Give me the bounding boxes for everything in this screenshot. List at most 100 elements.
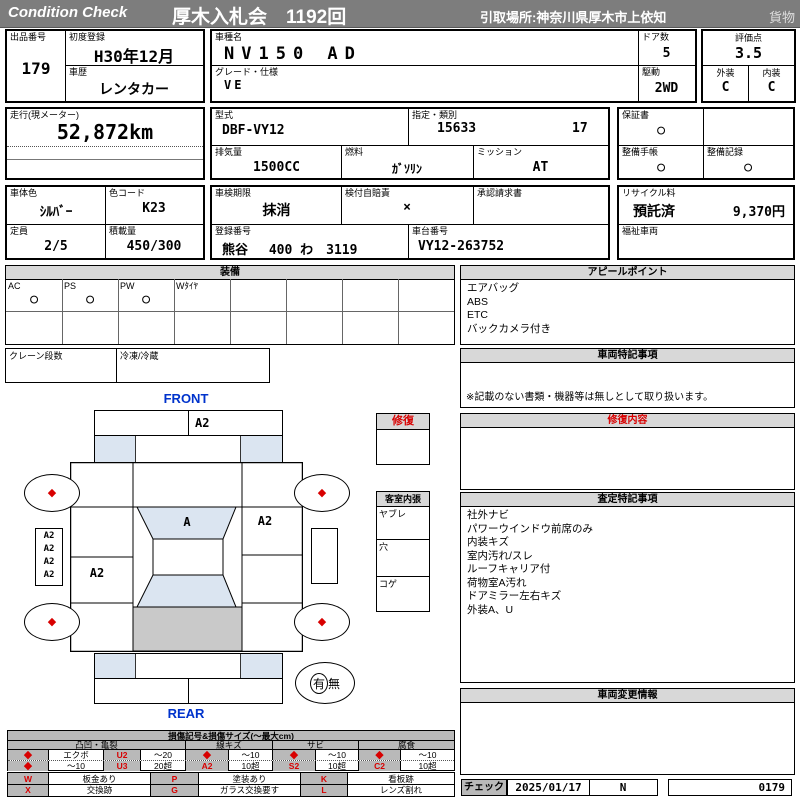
recycle-status: 預託済: [633, 204, 675, 220]
doors-label: ドア数: [642, 32, 670, 42]
class-value-1: 15633: [437, 121, 477, 136]
code-l-desc: レンズ割れ: [379, 785, 423, 795]
front-bumper-panel: A2: [94, 410, 283, 436]
doors-value: 5: [662, 46, 671, 61]
legend-group-rust: サビ: [273, 741, 359, 750]
capacity-label: 定員: [10, 226, 29, 236]
appeal-points-title: アピールポイント: [461, 266, 794, 280]
inspection-expiry-label: 車検期限: [215, 188, 252, 198]
code-x-desc: 交換跡: [49, 785, 151, 796]
legend-code: A2: [186, 761, 229, 771]
vehicle-notes-title: 車両特記事項: [461, 349, 794, 363]
lot-number-label: 出品番号: [10, 32, 47, 42]
legend-symbol: ◆: [8, 761, 49, 771]
rear-window-glass: [136, 574, 237, 608]
approval-request-label: 承認請求書: [477, 188, 523, 198]
crane-fridge-box: クレーン段数 冷凍/冷蔵: [5, 348, 270, 383]
equip-ac-label: AC: [8, 281, 21, 291]
model-label: 車種名: [215, 32, 243, 42]
assessment-item: 内装キズ: [467, 536, 509, 548]
car-body-diagram: [70, 462, 303, 652]
assessment-item: 荷物室A汚れ: [467, 576, 527, 589]
legend-value: ～10: [49, 761, 104, 771]
body-color-value: ｼﾙﾊﾞｰ: [39, 205, 73, 220]
chassis-number-value: VY12-263752: [418, 239, 505, 254]
legend-group-dent: 凸凹・亀裂: [8, 741, 186, 750]
assessment-item: 社外ナビ: [467, 509, 509, 521]
damage-code-table: W 板金あり P 塗装あり K 看板跡 X 交換跡 G ガラス交換要す L レン…: [7, 772, 455, 797]
load-value: 450/300: [126, 239, 182, 254]
wheel-rear-left: ◆: [24, 603, 80, 641]
lot-registration-box: 出品番号 179 初度登録 H30年12月 車歴 レンタカー: [5, 29, 205, 103]
appeal-points-box: アピールポイント エアバッグ ABS ETC バックカメラ付き: [460, 265, 795, 345]
code-g: G: [151, 785, 199, 796]
legend-code: U3: [104, 761, 141, 771]
legend-code: S2: [273, 761, 316, 771]
insurance-mark: ×: [403, 200, 411, 215]
score-label: 評価点: [734, 33, 762, 43]
right-rocker-strip: [311, 528, 338, 584]
left-rear-door-damage-mark: A2: [89, 566, 105, 580]
maintenance-record-mark: ○: [744, 160, 752, 175]
class-label: 指定・類別: [412, 110, 458, 120]
front-direction-label: FRONT: [163, 391, 209, 406]
vehicle-notes-disclaimer: ※記載のない書類・機器等は無しとして取り扱います。: [466, 391, 714, 403]
class-value-2: 17: [572, 121, 588, 136]
repair-flag-box: 修復: [376, 413, 430, 465]
score-value: 3.5: [734, 44, 763, 62]
recycle-box: リサイクル料 預託済 9,370円 福祉車両: [617, 185, 795, 260]
legend-value: 10超: [316, 761, 359, 771]
spare-tire-no: 無: [328, 676, 341, 691]
equipment-title: 装備: [6, 266, 454, 280]
drive-value: 2WD: [654, 81, 679, 96]
assessment-item: パワーウインドウ前席のみ: [467, 522, 593, 535]
legend-value: エクボ: [49, 750, 104, 760]
exterior-grade-label: 外装: [716, 68, 735, 78]
front-bumper-damage-mark: A2: [195, 416, 210, 430]
assessment-item: ドアミラー左右キズ: [467, 590, 562, 602]
legend-value: ～10: [316, 750, 359, 760]
warranty-label: 保証書: [622, 110, 650, 120]
legend-value: ～10: [229, 750, 273, 760]
code-w: W: [8, 773, 49, 785]
first-registration-label: 初度登録: [69, 32, 106, 42]
code-g-desc: ガラス交換要す: [199, 785, 301, 796]
legend-value: 10超: [418, 761, 437, 771]
welfare-vehicle-label: 福祉車両: [622, 226, 659, 236]
displacement-label: 排気量: [215, 147, 243, 157]
fridge-freezer-label: 冷凍/冷蔵: [120, 351, 159, 361]
legend-symbol: ◆: [273, 750, 316, 760]
roof-panel: [152, 538, 224, 576]
cabin-tear-label: ヤブレ: [379, 509, 407, 519]
maintenance-book-mark: ○: [657, 160, 665, 175]
chassis-number-label: 車台番号: [412, 226, 449, 236]
assessment-notes-box: 査定特記事項 社外ナビ パワーウインドウ前席のみ 内装キズ 室内汚れ/スレ ルー…: [460, 492, 795, 683]
front-cowl-band: [94, 435, 283, 463]
condition-check-sheet: Condition Check 厚木入札会 1192回 引取場所:神奈川県厚木市…: [0, 0, 800, 800]
rear-cowl-left-glass: [95, 654, 136, 678]
left-rocker-mark-3: A2: [43, 557, 55, 567]
appeal-item: エアバッグ: [467, 282, 520, 294]
legend-value: ～10: [418, 750, 437, 760]
check-date-value: 2025/01/17: [515, 781, 582, 794]
grade-label: グレード・仕様: [215, 67, 279, 77]
equip-ps-mark: ○: [86, 292, 94, 307]
front-cowl-left-glass: [95, 436, 136, 462]
capacity-value: 2/5: [44, 239, 68, 254]
rear-cowl-right-glass: [240, 654, 282, 678]
first-registration-value: H30年12月: [93, 47, 175, 66]
inspection-expiry-value: 抹消: [262, 203, 291, 219]
registration-number-label: 登録番号: [215, 226, 252, 236]
assessment-item: 外装A、U: [467, 603, 514, 616]
equip-pw-mark: ○: [142, 292, 150, 307]
sheet-number-box: 0179: [668, 779, 792, 796]
exterior-grade-value: C: [721, 80, 730, 95]
score-box: 評価点 3.5 外装 C 内装 C: [701, 29, 796, 103]
odometer-box: 走行(現メーター) 52,872km: [5, 107, 205, 180]
legend-symbol: ◆: [359, 750, 401, 760]
brand-logo: Condition Check: [8, 4, 128, 21]
legend-value: 10超: [229, 761, 273, 771]
damage-legend-title: 損傷記号&損傷サイズ(～最大cm): [8, 731, 454, 741]
left-rocker-mark-2: A2: [43, 544, 55, 554]
model-box: 車種名 NV150 AD グレード・仕様 VE ドア数 5 駆動 2WD: [210, 29, 697, 103]
